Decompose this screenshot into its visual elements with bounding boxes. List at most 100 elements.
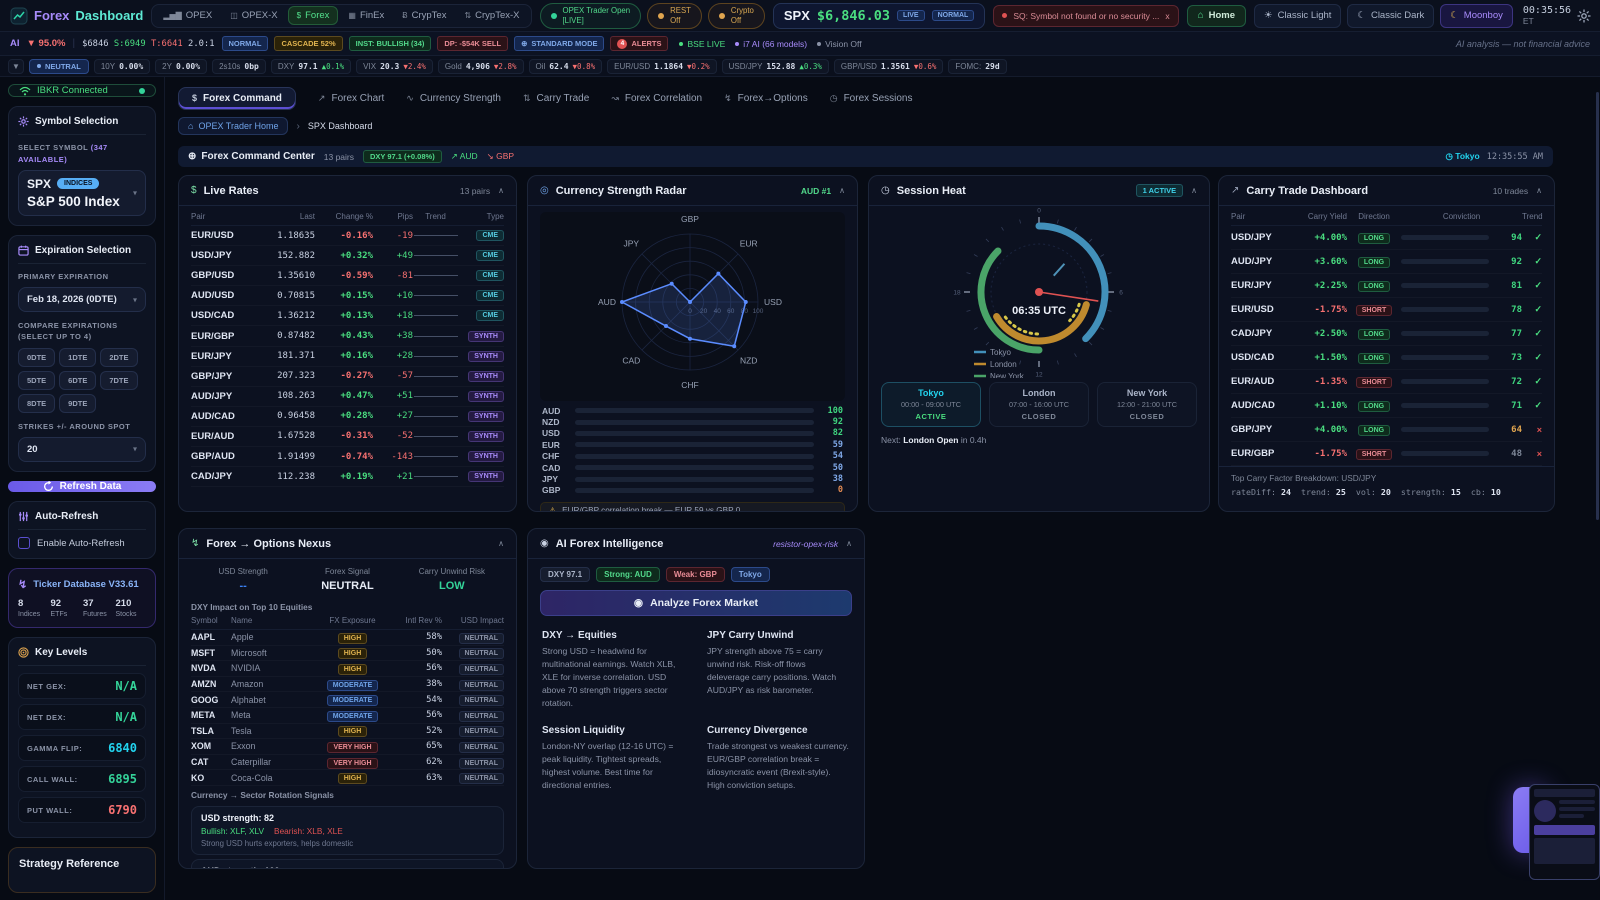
tab-currency-strength[interactable]: ∿Currency Strength bbox=[406, 93, 501, 104]
analyze-forex-button[interactable]: ◉ Analyze Forex Market bbox=[540, 590, 852, 616]
rate-row-cad-jpy[interactable]: CAD/JPY 112.238 +0.19% +21 SYNTH bbox=[191, 467, 504, 487]
breadcrumb-home-button[interactable]: ⌂OPEX Trader Home bbox=[178, 117, 288, 135]
pill-rest[interactable]: RESTOff bbox=[647, 3, 702, 29]
nav-tab-opex-x[interactable]: ◫OPEX-X bbox=[222, 6, 285, 25]
carry-row-eur-jpy[interactable]: EUR/JPY +2.25% LONG 81 ✓ bbox=[1231, 274, 1542, 298]
tab-forex-correlation[interactable]: ↝Forex Correlation bbox=[611, 93, 702, 104]
live-rates-table: EUR/USD 1.18635 -0.16% -19 CME USD/JPY 1… bbox=[191, 226, 504, 487]
pill-opex-trader-open[interactable]: OPEX Trader Open[LIVE] bbox=[540, 3, 642, 29]
collapse-icon[interactable]: ∧ bbox=[498, 186, 504, 195]
rate-row-aud-cad[interactable]: AUD/CAD 0.96458 +0.28% +27 SYNTH bbox=[191, 407, 504, 427]
company-name: NVIDIA bbox=[231, 663, 315, 673]
insight-session-liquidity: Session LiquidityLondon-NY overlap (12-1… bbox=[542, 725, 685, 792]
rate-row-gbp-usd[interactable]: GBP/USD 1.35610 -0.59% -81 CME bbox=[191, 266, 504, 286]
carry-row-usd-jpy[interactable]: USD/JPY +4.00% LONG 94 ✓ bbox=[1231, 226, 1542, 250]
strikes-select[interactable]: 20 ▾ bbox=[18, 437, 146, 462]
equity-row-xom[interactable]: XOM Exxon VERY HIGH 65% NEUTRAL bbox=[191, 739, 504, 755]
rate-row-eur-gbp[interactable]: EUR/GBP 0.87482 +0.43% +38 SYNTH bbox=[191, 326, 504, 346]
rate-row-aud-usd[interactable]: AUD/USD 0.70815 +0.15% +10 CME bbox=[191, 286, 504, 306]
refresh-data-button[interactable]: Refresh Data bbox=[8, 481, 156, 492]
collapse-icon[interactable]: ∧ bbox=[1191, 186, 1197, 195]
carry-row-gbp-jpy[interactable]: GBP/JPY +4.00% LONG 64 × bbox=[1231, 418, 1542, 442]
auto-refresh-checkbox[interactable] bbox=[18, 537, 30, 549]
equity-row-goog[interactable]: GOOG Alphabet MODERATE 54% NEUTRAL bbox=[191, 692, 504, 708]
dte-chip-5dte[interactable]: 5DTE bbox=[18, 371, 55, 390]
nav-tab-forex[interactable]: $Forex bbox=[288, 6, 339, 25]
status-badges: NORMALCASCADE 52%INST: BULLISH (34)DP: -… bbox=[222, 36, 669, 51]
tab-forex-sessions[interactable]: ◷Forex Sessions bbox=[830, 93, 913, 104]
symbol: KO bbox=[191, 773, 231, 783]
equity-row-cat[interactable]: CAT Caterpillar VERY HIGH 62% NEUTRAL bbox=[191, 755, 504, 771]
theme-button-classic-light[interactable]: ☀Classic Light bbox=[1254, 4, 1341, 28]
carry-row-aud-jpy[interactable]: AUD/JPY +3.60% LONG 92 ✓ bbox=[1231, 250, 1542, 274]
rate-row-usd-jpy[interactable]: USD/JPY 152.882 +0.32% +49 CME bbox=[191, 246, 504, 266]
equity-row-msft[interactable]: MSFT Microsoft HIGH 50% NEUTRAL bbox=[191, 646, 504, 662]
pill-crypto[interactable]: CryptoOff bbox=[708, 3, 765, 29]
collapse-icon[interactable]: ∧ bbox=[1536, 186, 1542, 195]
nav-tab-cryptex[interactable]: ɃCrypTex bbox=[394, 6, 454, 25]
equity-row-amzn[interactable]: AMZN Amazon MODERATE 38% NEUTRAL bbox=[191, 677, 504, 693]
tab-forex-command[interactable]: $Forex Command bbox=[178, 87, 296, 110]
theme-button-classic-dark[interactable]: ☾Classic Dark bbox=[1347, 4, 1434, 28]
theme-button-moonboy[interactable]: ☾Moonboy bbox=[1440, 4, 1513, 28]
nav-tab-opex[interactable]: ▂▅▇OPEX bbox=[155, 6, 220, 25]
rate-row-eur-usd[interactable]: EUR/USD 1.18635 -0.16% -19 CME bbox=[191, 226, 504, 246]
pair: EUR/USD bbox=[191, 230, 251, 241]
dte-chip-7dte[interactable]: 7DTE bbox=[100, 371, 137, 390]
rate-row-usd-cad[interactable]: USD/CAD 1.36212 +0.13% +18 CME bbox=[191, 306, 504, 326]
column-type: Type bbox=[458, 212, 504, 221]
symbol-quote: SPX $6,846.03 LIVE NORMAL bbox=[773, 3, 985, 29]
equity-row-nvda[interactable]: NVDA NVIDIA HIGH 56% NEUTRAL bbox=[191, 661, 504, 677]
filter-icon[interactable]: ▼ bbox=[8, 59, 24, 74]
primary-expiration-select[interactable]: Feb 18, 2026 (0DTE) ▾ bbox=[18, 287, 146, 312]
collapse-icon[interactable]: ∧ bbox=[839, 186, 845, 195]
carry-icon: ⇅ bbox=[523, 93, 531, 104]
key-levels-card: Key Levels NET GEX:N/ANET DEX:N/AGAMMA F… bbox=[8, 637, 156, 838]
collapse-icon[interactable]: ∧ bbox=[846, 539, 852, 548]
fx-exposure: VERY HIGH bbox=[315, 741, 390, 752]
dte-chip-8dte[interactable]: 8DTE bbox=[18, 394, 55, 413]
ibkr-connection-pill[interactable]: IBKR Connected bbox=[8, 84, 156, 97]
nav-tab-finex[interactable]: ▦FinEx bbox=[340, 6, 392, 25]
home-button[interactable]: ⌂ Home bbox=[1187, 5, 1246, 27]
carry-row-cad-jpy[interactable]: CAD/JPY +2.50% LONG 77 ✓ bbox=[1231, 322, 1542, 346]
tab-forex-chart[interactable]: ↗Forex Chart bbox=[318, 93, 384, 104]
equity-row-ko[interactable]: KO Coca-Cola HIGH 63% NEUTRAL bbox=[191, 770, 504, 786]
dte-chip-9dte[interactable]: 9DTE bbox=[59, 394, 96, 413]
rate-row-gbp-jpy[interactable]: GBP/JPY 207.323 -0.27% -57 SYNTH bbox=[191, 367, 504, 387]
rate-row-eur-jpy[interactable]: EUR/JPY 181.371 +0.16% +28 SYNTH bbox=[191, 347, 504, 367]
gear-icon[interactable] bbox=[1577, 9, 1591, 23]
carry-row-eur-usd[interactable]: EUR/USD -1.75% SHORT 78 ✓ bbox=[1231, 298, 1542, 322]
carry-row-eur-aud[interactable]: EUR/AUD -1.35% SHORT 72 ✓ bbox=[1231, 370, 1542, 394]
mini-preview-popup[interactable] bbox=[1529, 784, 1600, 880]
type-badge: SYNTH bbox=[468, 331, 504, 342]
carry-row-usd-cad[interactable]: USD/CAD +1.50% LONG 73 ✓ bbox=[1231, 346, 1542, 370]
collapse-icon[interactable]: ∧ bbox=[498, 539, 504, 548]
currency-strength-radar-panel: ◎ Currency Strength Radar AUD #1∧ GBPEUR… bbox=[527, 175, 858, 512]
carry-row-eur-gbp[interactable]: EUR/GBP -1.75% SHORT 48 × bbox=[1231, 442, 1542, 466]
symbol-select[interactable]: SPX INDICES S&P 500 Index ▾ bbox=[18, 170, 146, 216]
pair: EUR/USD bbox=[1231, 304, 1287, 315]
tab-carry-trade[interactable]: ⇅Carry Trade bbox=[523, 93, 589, 104]
dte-chip-1dte[interactable]: 1DTE bbox=[59, 348, 96, 367]
nav-tab-cryptex-x[interactable]: ⇅CrypTex-X bbox=[456, 6, 527, 25]
status-badge-alerts: 4ALERTS bbox=[610, 36, 668, 51]
equity-row-aapl[interactable]: AAPL Apple HIGH 58% NEUTRAL bbox=[191, 630, 504, 646]
fx-exposure: MODERATE bbox=[315, 679, 390, 690]
toast-close-icon[interactable]: x bbox=[1165, 11, 1169, 21]
rate-row-eur-aud[interactable]: EUR/AUD 1.67528 -0.31% -52 SYNTH bbox=[191, 427, 504, 447]
error-toast[interactable]: SQ: Symbol not found or no security ... … bbox=[993, 5, 1178, 27]
equity-row-tsla[interactable]: TSLA Tesla HIGH 52% NEUTRAL bbox=[191, 724, 504, 740]
last: 0.87482 bbox=[251, 331, 315, 341]
rate-row-aud-jpy[interactable]: AUD/JPY 108.263 +0.47% +51 SYNTH bbox=[191, 387, 504, 407]
equity-row-meta[interactable]: META Meta MODERATE 56% NEUTRAL bbox=[191, 708, 504, 724]
rate-row-gbp-aud[interactable]: GBP/AUD 1.91499 -0.74% -143 SYNTH bbox=[191, 447, 504, 467]
dte-chip-2dte[interactable]: 2DTE bbox=[100, 348, 137, 367]
live-rates-panel: $ Live Rates 13 pairs∧ PairLastChange %P… bbox=[178, 175, 517, 512]
tab-forex-options[interactable]: ↯Forex→Options bbox=[724, 93, 808, 104]
direction: SHORT bbox=[1347, 448, 1401, 459]
carry-row-aud-cad[interactable]: AUD/CAD +1.10% LONG 71 ✓ bbox=[1231, 394, 1542, 418]
dte-chip-6dte[interactable]: 6DTE bbox=[59, 371, 96, 390]
dte-chip-0dte[interactable]: 0DTE bbox=[18, 348, 55, 367]
scrollbar[interactable] bbox=[1596, 92, 1599, 520]
